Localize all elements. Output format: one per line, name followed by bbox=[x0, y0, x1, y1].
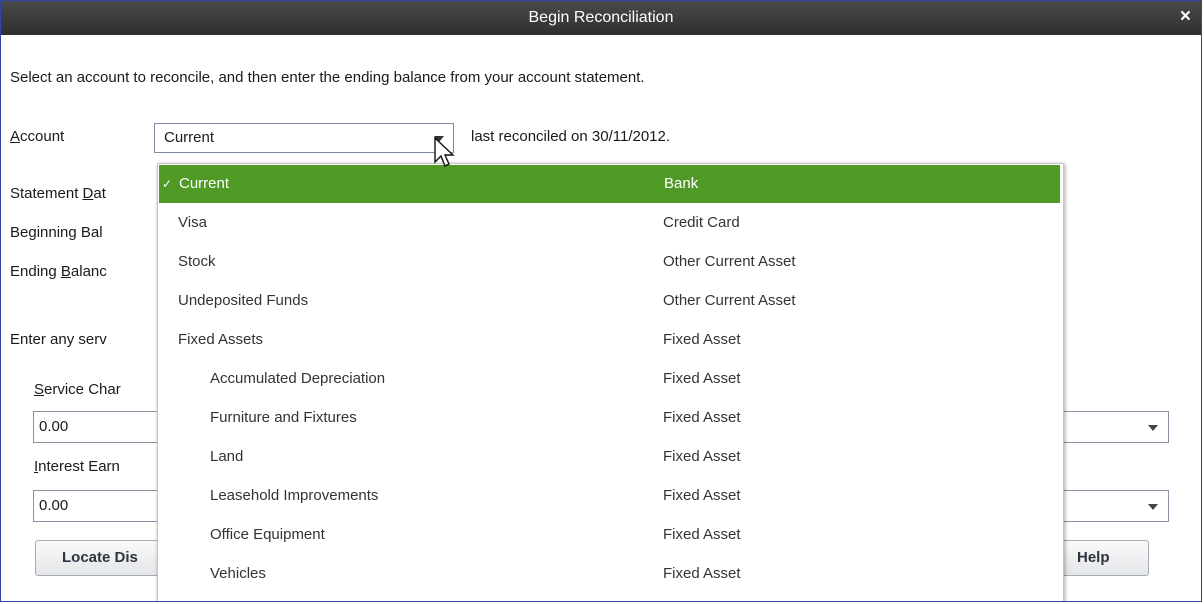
begin-reconciliation-dialog: Begin Reconciliation × Select an account… bbox=[0, 0, 1202, 602]
account-type: Bank bbox=[664, 175, 699, 192]
interest-earned-label: Interest Earn bbox=[34, 458, 120, 475]
chevron-down-icon[interactable] bbox=[1148, 504, 1158, 510]
chevron-down-icon[interactable] bbox=[1148, 425, 1158, 431]
account-label: Account bbox=[10, 128, 65, 145]
account-list-item[interactable]: ✓ Current Bank bbox=[159, 165, 1060, 203]
account-dropdown-list[interactable]: ✓ Current Bank Visa Credit Card Stock Other Cu… bbox=[157, 163, 1064, 601]
account-name: Furniture and Fixtures bbox=[210, 409, 357, 426]
statement-date-label: Statement Dat bbox=[10, 185, 106, 202]
account-list-item[interactable]: Security Deposits Asset Other Asset bbox=[158, 593, 1063, 601]
title-bar: Begin Reconciliation × bbox=[1, 1, 1201, 35]
account-type: Fixed Asset bbox=[663, 487, 741, 504]
last-reconciled-text: last reconciled on 30/11/2012. bbox=[471, 128, 671, 145]
account-type: Fixed Asset bbox=[663, 370, 741, 387]
account-list-item[interactable]: Stock Other Current Asset bbox=[158, 242, 1063, 281]
account-list-item[interactable]: Land Fixed Asset bbox=[158, 437, 1063, 476]
interest-earned-value: 0.00 bbox=[39, 497, 69, 514]
account-list-item[interactable]: Undeposited Funds Other Current Asset bbox=[158, 281, 1063, 320]
account-name: Vehicles bbox=[210, 565, 266, 582]
account-type: Fixed Asset bbox=[663, 565, 741, 582]
account-name: Fixed Assets bbox=[178, 331, 264, 348]
ending-balance-label: Ending Balanc bbox=[10, 263, 107, 280]
checkmark-icon: ✓ bbox=[162, 177, 173, 191]
account-type: Other Asset bbox=[663, 593, 741, 601]
account-type: Fixed Asset bbox=[663, 409, 741, 426]
account-name: Leasehold Improvements bbox=[210, 487, 379, 504]
service-instructions-text: Enter any serv bbox=[10, 331, 107, 348]
account-name: Visa bbox=[178, 214, 207, 231]
account-type: Other Current Asset bbox=[663, 292, 796, 309]
account-list-item[interactable]: Furniture and Fixtures Fixed Asset bbox=[158, 398, 1063, 437]
beginning-balance-label: Beginning Bal bbox=[10, 224, 103, 241]
account-name: Stock bbox=[178, 253, 216, 270]
account-name: Land bbox=[210, 448, 244, 465]
service-charge-value: 0.00 bbox=[39, 418, 69, 435]
account-name: Security Deposits Asset bbox=[178, 593, 336, 601]
account-type: Fixed Asset bbox=[663, 448, 741, 465]
account-name: Accumulated Depreciation bbox=[210, 370, 386, 387]
mouse-cursor-icon bbox=[434, 137, 455, 167]
account-type: Fixed Asset bbox=[663, 526, 741, 543]
account-selected-value: Current bbox=[164, 129, 215, 146]
window-title: Begin Reconciliation bbox=[528, 9, 674, 26]
account-list-item[interactable]: Vehicles Fixed Asset bbox=[158, 554, 1063, 593]
account-combobox[interactable]: Current bbox=[154, 123, 454, 153]
account-name: Current bbox=[179, 175, 230, 192]
account-list-item[interactable]: Visa Credit Card bbox=[158, 203, 1063, 242]
account-type: Credit Card bbox=[663, 214, 740, 231]
account-list-item[interactable]: Fixed Assets Fixed Asset bbox=[158, 320, 1063, 359]
instructions-text: Select an account to reconcile, and then… bbox=[10, 69, 645, 86]
account-type: Fixed Asset bbox=[663, 331, 741, 348]
service-charge-label: Service Char bbox=[34, 381, 121, 398]
account-list-item[interactable]: Leasehold Improvements Fixed Asset bbox=[158, 476, 1063, 515]
close-icon[interactable]: × bbox=[1180, 1, 1191, 33]
account-name: Office Equipment bbox=[210, 526, 325, 543]
account-list-item[interactable]: Accumulated Depreciation Fixed Asset bbox=[158, 359, 1063, 398]
account-type: Other Current Asset bbox=[663, 253, 796, 270]
account-list-item[interactable]: Office Equipment Fixed Asset bbox=[158, 515, 1063, 554]
account-name: Undeposited Funds bbox=[178, 292, 309, 309]
